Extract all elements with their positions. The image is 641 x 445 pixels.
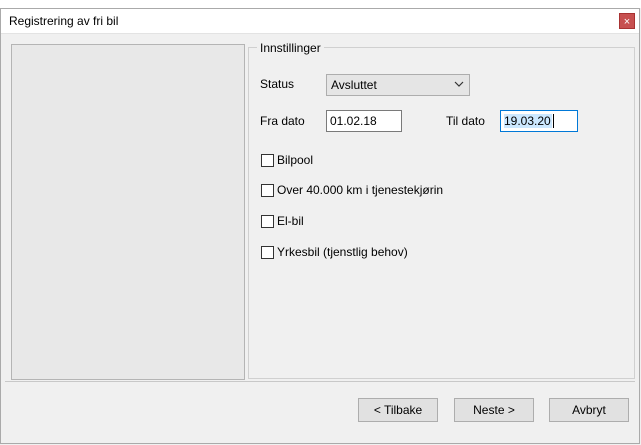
close-button[interactable]: × [619, 13, 635, 29]
from-date-input[interactable]: 01.02.18 [326, 110, 402, 132]
checkbox-box[interactable] [261, 154, 274, 167]
checkbox-box[interactable] [261, 184, 274, 197]
checkbox-label: El-bil [277, 214, 304, 228]
cancel-button[interactable]: Avbryt [549, 398, 629, 422]
checkbox-box[interactable] [261, 215, 274, 228]
to-date-value: 19.03.20 [504, 114, 552, 128]
status-value: Avsluttet [331, 78, 377, 92]
settings-group [248, 47, 635, 379]
status-label: Status [260, 77, 295, 91]
next-button[interactable]: Neste > [454, 398, 534, 422]
button-bar [5, 381, 635, 440]
checkbox-box[interactable] [261, 246, 274, 259]
to-date-input[interactable]: 19.03.20 [500, 110, 578, 132]
chevron-down-icon [454, 81, 464, 87]
background-strip [0, 0, 641, 8]
from-date-value: 01.02.18 [330, 114, 377, 128]
checkbox-label: Yrkesbil (tjenstlig behov) [277, 245, 408, 259]
settings-group-label: Innstillinger [257, 41, 324, 55]
close-icon: × [623, 16, 631, 28]
status-dropdown[interactable]: Avsluttet [326, 74, 470, 96]
text-caret [553, 114, 554, 128]
window-title: Registrering av fri bil [9, 14, 119, 28]
dialog-window: Registrering av fri bil × Innstillinger … [0, 8, 640, 444]
from-date-label: Fra dato [260, 114, 305, 128]
to-date-label: Til dato [446, 114, 485, 128]
left-panel [11, 44, 245, 380]
checkbox-label: Over 40.000 km i tjenestekjøring [277, 183, 443, 197]
back-button[interactable]: < Tilbake [358, 398, 438, 422]
checkbox-label: Bilpool [277, 153, 314, 167]
title-bar[interactable]: Registrering av fri bil × [1, 9, 639, 34]
screen: Registrering av fri bil × Innstillinger … [0, 0, 641, 445]
